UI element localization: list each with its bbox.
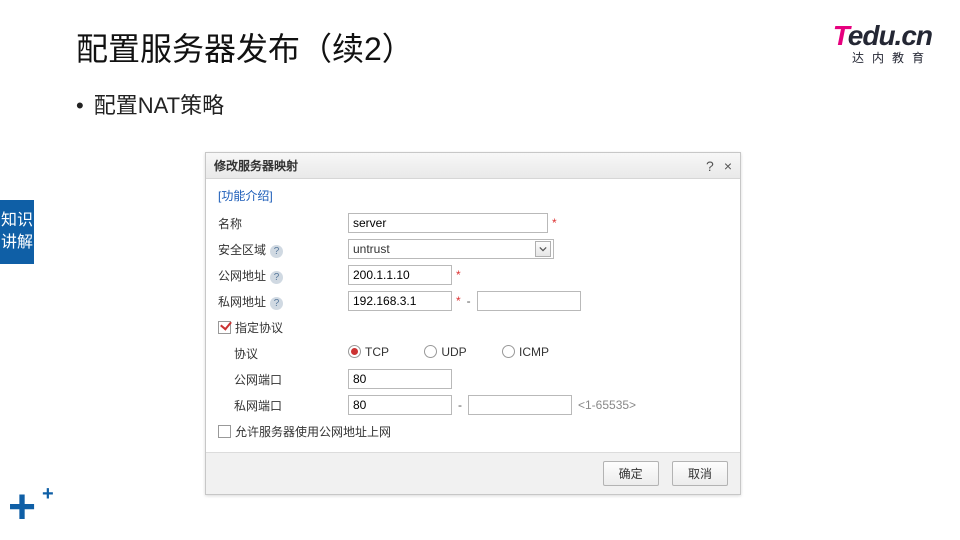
label-name: 名称 (218, 215, 348, 232)
required-marker: * (552, 216, 557, 230)
plus-icon-large: + (8, 484, 36, 532)
help-icon-public-ip[interactable]: ? (270, 271, 283, 284)
private-port-end-input[interactable] (468, 395, 572, 415)
server-mapping-dialog: 修改服务器映射 ? × [功能介绍] 名称 * 安全区域? untrust 公网… (205, 152, 741, 495)
dialog-title-text: 修改服务器映射 (214, 157, 298, 174)
label-public-port: 公网端口 (218, 371, 348, 388)
zone-select[interactable]: untrust (348, 239, 554, 259)
dialog-footer: 确定 取消 (206, 452, 740, 494)
logo-subtitle: 达内教育 (833, 52, 932, 64)
public-ip-input[interactable] (348, 265, 452, 285)
port-range-hint: <1-65535> (578, 398, 636, 412)
required-marker: * (456, 268, 461, 282)
help-icon-private-ip[interactable]: ? (270, 297, 283, 310)
label-allow-internet: 允许服务器使用公网地址上网 (235, 423, 391, 440)
dialog-titlebar: 修改服务器映射 ? × (206, 153, 740, 179)
protocol-radio-group: TCP UDP ICMP (348, 345, 581, 362)
private-ip-start-input[interactable] (348, 291, 452, 311)
name-input[interactable] (348, 213, 548, 233)
dialog-body: [功能介绍] 名称 * 安全区域? untrust 公网地址? * (206, 179, 740, 452)
label-zone: 安全区域? (218, 241, 348, 258)
range-dash: - (467, 294, 471, 308)
label-private-ip: 私网地址? (218, 293, 348, 310)
plus-icon-small: + (42, 483, 54, 506)
brand-logo: Tedu.cn 达内教育 (833, 22, 932, 64)
close-icon[interactable]: × (724, 158, 732, 174)
chevron-down-icon (535, 241, 551, 257)
ok-button[interactable]: 确定 (603, 461, 659, 486)
help-icon-zone[interactable]: ? (270, 245, 283, 258)
label-protocol: 协议 (218, 345, 348, 362)
page-title: 配置服务器发布（续2） (76, 24, 414, 70)
protocol-radio-tcp[interactable] (348, 345, 361, 358)
logo-rest: edu.cn (848, 20, 932, 51)
protocol-radio-udp[interactable] (424, 345, 437, 358)
sidebar-tab-knowledge: 知识讲解 (0, 200, 34, 264)
protocol-label-tcp: TCP (365, 345, 389, 359)
bullet-dot: • (76, 93, 84, 118)
plus-decoration: + + (8, 482, 68, 532)
intro-link[interactable]: [功能介绍] (218, 187, 273, 204)
public-port-input[interactable] (348, 369, 452, 389)
zone-select-value: untrust (353, 242, 535, 256)
allow-internet-checkbox[interactable] (218, 425, 231, 438)
help-icon[interactable]: ? (706, 158, 714, 174)
logo-letter-t: T (833, 20, 848, 51)
protocol-label-icmp: ICMP (519, 345, 549, 359)
bullet-text: 配置NAT策略 (94, 93, 224, 118)
protocol-label-udp: UDP (441, 345, 466, 359)
private-ip-end-input[interactable] (477, 291, 581, 311)
protocol-radio-icmp[interactable] (502, 345, 515, 358)
range-dash: - (458, 398, 462, 412)
specify-protocol-checkbox[interactable] (218, 321, 231, 334)
cancel-button[interactable]: 取消 (672, 461, 728, 486)
slide-bullet: • 配置NAT策略 (76, 88, 224, 120)
label-specify-protocol: 指定协议 (235, 319, 283, 336)
label-public-ip: 公网地址? (218, 267, 348, 284)
label-private-port: 私网端口 (218, 397, 348, 414)
required-marker: * (456, 294, 461, 308)
private-port-start-input[interactable] (348, 395, 452, 415)
